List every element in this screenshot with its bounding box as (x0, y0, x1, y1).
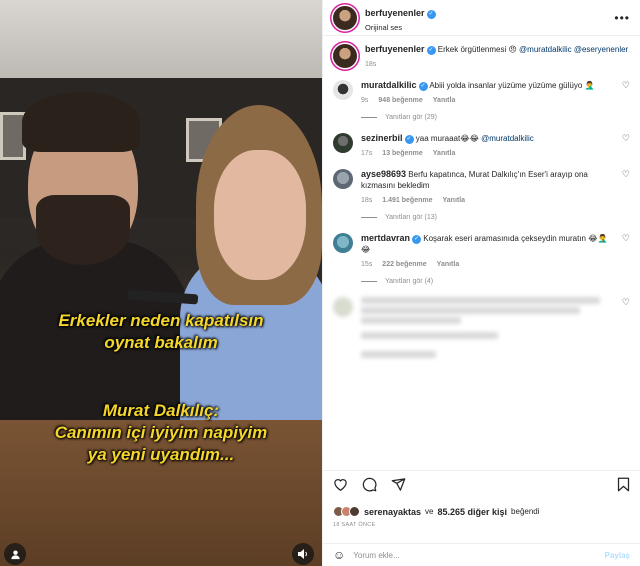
comment-icon[interactable] (362, 477, 377, 495)
video-wall (0, 0, 322, 80)
comment-item: sezinerbil ✓ yaa muraaat😂😂 @muratdalkilic… (333, 133, 630, 157)
share-icon[interactable] (391, 477, 406, 495)
verified-badge-icon: ✓ (418, 82, 428, 91)
person-man-beard (36, 195, 130, 265)
verified-badge-icon: ✓ (412, 235, 422, 244)
comment-time: 9s (361, 97, 369, 104)
caption-line: Canımın içi iyiyim napiyim (54, 423, 268, 442)
divider (361, 117, 377, 118)
post-actions (323, 470, 640, 500)
audio-label[interactable]: Orijinal ses (365, 23, 436, 32)
person-man-hair (22, 92, 140, 152)
heart-icon[interactable]: ♡ (618, 133, 630, 157)
more-horizontal-icon[interactable]: ••• (614, 11, 630, 25)
verified-badge-icon: ✓ (426, 46, 436, 55)
caption-time: 18s (365, 61, 377, 68)
comment-time: 17s (361, 150, 373, 157)
heart-icon[interactable]: ♡ (618, 297, 630, 361)
person-woman-face (214, 150, 306, 280)
avatar[interactable] (333, 133, 353, 153)
post-caption: berfuyenenler ✓ Erkek örgütlenmesi 😠 @mur… (333, 44, 630, 68)
avatar[interactable] (333, 80, 353, 100)
blurred-comment-body (361, 297, 610, 361)
verified-badge-icon: ✓ (404, 135, 414, 144)
save-icon[interactable] (617, 477, 630, 495)
caption-line: ya yeni uyandım... (87, 445, 235, 464)
add-comment-bar: ☺ Paylaş (323, 543, 640, 566)
comment-time: 15s (361, 261, 373, 268)
verified-badge-icon: ✓ (426, 10, 436, 19)
divider (361, 281, 377, 282)
avatar (333, 297, 353, 317)
view-replies-button[interactable]: Yanıtları gör (13) (361, 214, 630, 221)
caption-line: oynat bakalım (104, 333, 218, 352)
view-replies-button[interactable]: Yanıtları gör (4) (361, 278, 630, 285)
likes-summary: serenayaktas ve 85.265 diğer kişi beğend… (333, 506, 630, 517)
header-username[interactable]: berfuyenenler (365, 8, 425, 18)
comment-item: ayse98693 Berfu kapatınca, Murat Dalkılı… (333, 169, 630, 221)
view-replies-label: Yanıtları gör (29) (385, 114, 438, 121)
blurred-comment: ♡ (333, 297, 630, 361)
divider (361, 217, 377, 218)
avatar[interactable] (333, 44, 357, 68)
comment-username[interactable]: ayse98693 (361, 169, 406, 179)
view-replies-label: Yanıtları gör (4) (385, 278, 434, 285)
likes-others-count[interactable]: 85.265 diğer kişi (438, 507, 508, 517)
comment-item: muratdalkilic ✓ Abiii yolda insanlar yüzü… (333, 80, 630, 121)
caption-username[interactable]: berfuyenenler (365, 44, 425, 54)
likes-connector: ve (425, 507, 434, 516)
comment-text: Abiii yolda insanlar yüzüme yüzüme gülüy… (429, 81, 595, 90)
comment-like-count[interactable]: 948 beğenme (378, 97, 422, 104)
reply-button[interactable]: Yanıtla (433, 150, 456, 157)
liker-avatars (333, 506, 360, 517)
header-text: berfuyenenler ✓ Orijinal ses (365, 3, 436, 32)
comment-like-count[interactable]: 1.491 beğenme (382, 197, 432, 204)
heart-icon[interactable]: ♡ (618, 169, 630, 204)
caption-text: Erkek örgütlenmesi 😠 (437, 45, 517, 54)
video-caption-1: Erkekler neden kapatılsın oynat bakalım (0, 310, 322, 354)
heart-icon[interactable]: ♡ (618, 233, 630, 268)
caption-mentions[interactable]: @muratdalkilic @eseryenenler (519, 45, 628, 54)
likes-suffix: beğendi (511, 507, 540, 516)
caption-line: Erkekler neden kapatılsın (58, 311, 264, 330)
reply-button[interactable]: Yanıtla (437, 261, 460, 268)
user-tag-icon[interactable] (4, 543, 26, 565)
emoji-icon[interactable]: ☺ (333, 548, 345, 562)
comment-input[interactable] (353, 550, 597, 560)
video-caption-2: Murat Dalkılıç: Canımın içi iyiyim napiy… (0, 400, 322, 466)
view-replies-button[interactable]: Yanıtları gör (29) (361, 114, 630, 121)
reply-button[interactable]: Yanıtla (433, 97, 456, 104)
liked-by-username[interactable]: serenayaktas (364, 507, 421, 517)
comment-like-count[interactable]: 13 beğenme (382, 150, 422, 157)
comment-like-count[interactable]: 222 beğenme (382, 261, 426, 268)
comment-item: mertdavran ✓ Koşarak eseri aramasınıda çe… (333, 233, 630, 285)
avatar[interactable] (333, 233, 353, 253)
reply-button[interactable]: Yanıtla (443, 197, 466, 204)
post-panel: berfuyenenler ✓ Orijinal ses ••• berfuyen… (322, 0, 640, 566)
reel-video[interactable]: Erkekler neden kapatılsın oynat bakalım … (0, 0, 322, 566)
post-comment-button[interactable]: Paylaş (605, 551, 630, 560)
avatar[interactable] (333, 169, 353, 189)
comment-text: yaa muraaat😂😂 (415, 134, 482, 143)
view-replies-label: Yanıtları gör (13) (385, 214, 438, 221)
heart-icon[interactable]: ♡ (618, 80, 630, 104)
like-icon[interactable] (333, 477, 348, 494)
post-header: berfuyenenler ✓ Orijinal ses ••• (323, 0, 640, 36)
caption-body: berfuyenenler ✓ Erkek örgütlenmesi 😠 @mur… (365, 44, 630, 68)
post-date: 18 SAAT ÖNCE (333, 522, 376, 528)
comment-username[interactable]: sezinerbil (361, 133, 403, 143)
caption-line: Murat Dalkılıç: (102, 401, 220, 420)
comment-username[interactable]: muratdalkilic (361, 80, 417, 90)
comment-time: 18s (361, 197, 373, 204)
volume-icon[interactable] (292, 543, 314, 565)
comments-list[interactable]: berfuyenenler ✓ Erkek örgütlenmesi 😠 @mur… (323, 36, 640, 466)
comment-mention[interactable]: @muratdalkilic (481, 134, 534, 143)
comment-username[interactable]: mertdavran (361, 233, 410, 243)
avatar[interactable] (333, 5, 357, 30)
